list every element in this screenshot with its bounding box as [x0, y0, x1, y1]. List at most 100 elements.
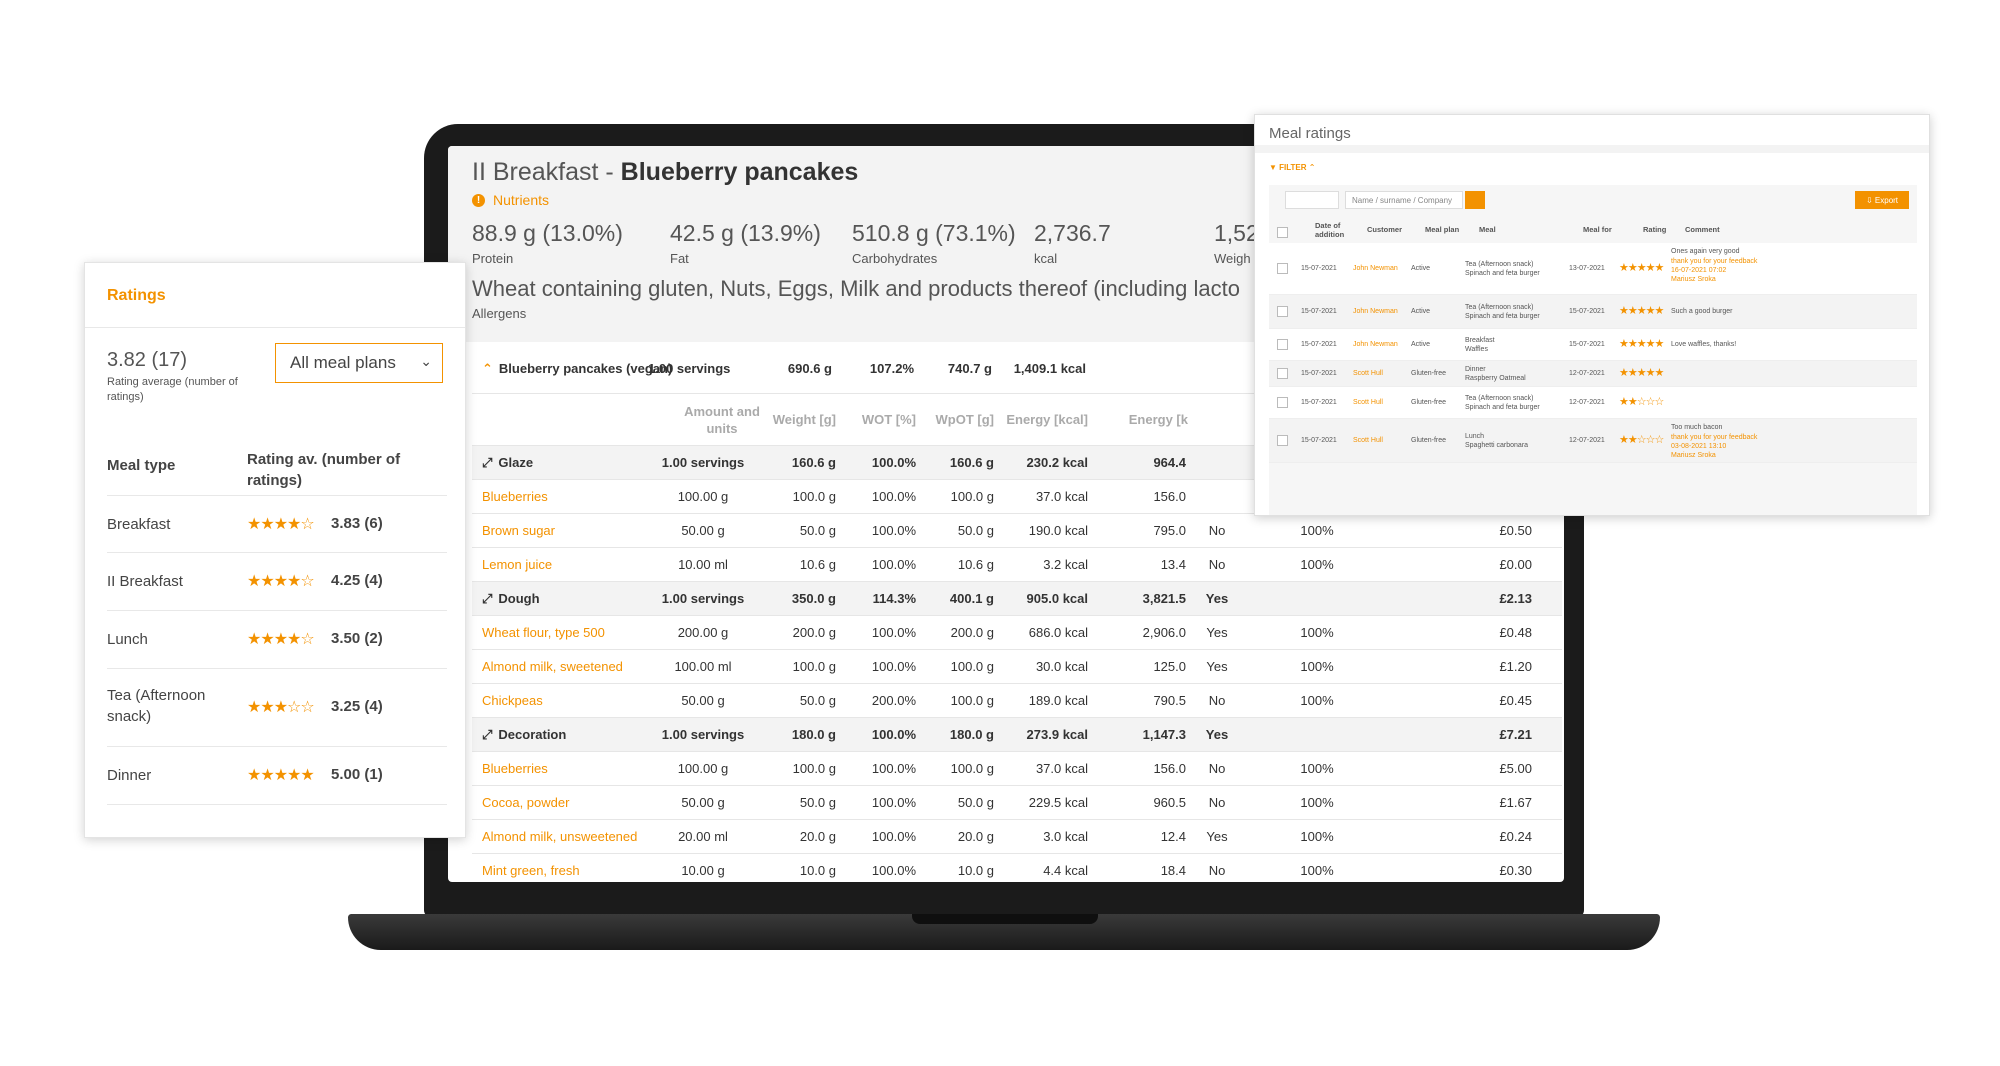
col-meal[interactable]: Meal	[1479, 225, 1496, 234]
row-checkbox[interactable]	[1277, 397, 1288, 408]
table-row[interactable]: 15-07-2021 Scott Hull Gluten-free Dinner Ras…	[1269, 361, 1917, 387]
search-input[interactable]: Name / surname / Company	[1345, 191, 1463, 209]
row-checkbox[interactable]	[1277, 263, 1288, 274]
table-row[interactable]: 15-07-2021 John Newman Active Breakfast Waff…	[1269, 329, 1917, 361]
meal-ratings-panel: Meal ratings ▼ FILTER ⌃ Name / surname /…	[1254, 114, 1930, 516]
expand-icon[interactable]: ⤢	[482, 455, 492, 471]
ingredient-link[interactable]: Blueberries	[482, 480, 548, 513]
ingredient-row[interactable]: Almond milk, unsweetened 20.00 ml 20.0 g 10…	[472, 820, 1562, 854]
ingredient-row[interactable]: Chickpeas 50.00 g 50.0 g 200.0% 100.0 g 189.0…	[472, 684, 1562, 718]
cell-kcal: 230.2 kcal	[1026, 455, 1088, 470]
col-customer[interactable]: Customer	[1367, 225, 1402, 234]
ingredient-row[interactable]: Blueberries 100.00 g 100.0 g 100.0% 100.0 g3…	[472, 752, 1562, 786]
rating-stars: ★★★★★	[1619, 262, 1664, 274]
reply-date[interactable]: 03-08-2021 13:10	[1671, 442, 1726, 451]
ingredient-link[interactable]: Lemon juice	[482, 548, 552, 581]
reply-author[interactable]: Mariusz Sroka	[1671, 451, 1716, 460]
customer-link[interactable]: John Newman	[1353, 340, 1398, 349]
col-energy-kj[interactable]: Energy [k	[1082, 394, 1188, 445]
cell-cost: £0.00	[1499, 557, 1532, 572]
cell-wpot: 100.0 g	[950, 761, 994, 776]
table-row[interactable]: 15-07-2021 Scott Hull Gluten-free Tea (Afte…	[1269, 387, 1917, 419]
table-row[interactable]: 15-07-2021 John Newman Active Tea (Afternoo…	[1269, 295, 1917, 329]
ingredient-row[interactable]: Cocoa, powder 50.00 g 50.0 g 100.0% 50.0 g 22…	[472, 786, 1562, 820]
expand-icon[interactable]: ⤢	[482, 591, 492, 607]
ingredient-link[interactable]: Mint green, fresh	[482, 854, 580, 882]
group-name: ⤢ Decoration	[482, 726, 567, 743]
ingredient-link[interactable]: Blueberries	[482, 752, 548, 785]
date-cell: 15-07-2021	[1301, 308, 1337, 315]
rating-stars: ★★★★★	[1619, 305, 1664, 317]
ingredient-link[interactable]: Brown sugar	[482, 514, 555, 547]
cell-cost: £0.48	[1499, 625, 1532, 640]
rating-row: II Breakfast ★★★★☆ 4.25 (4)	[107, 553, 447, 611]
nutrients-toggle[interactable]: ! Nutrients	[472, 192, 549, 208]
cell-wpot: 100.0 g	[950, 489, 994, 504]
ingredient-link[interactable]: Cocoa, powder	[482, 786, 569, 819]
export-button[interactable]: ⇩ Export	[1855, 191, 1909, 209]
row-checkbox[interactable]	[1277, 435, 1288, 446]
col-wpot[interactable]: WpOT [g]	[902, 394, 994, 445]
customer-link[interactable]: Scott Hull	[1353, 398, 1383, 407]
meal-type-cell: Dinner	[1465, 366, 1486, 373]
row-checkbox[interactable]	[1277, 368, 1288, 379]
nutrient-protein: 88.9 g (13.0%) Protein	[472, 220, 623, 266]
cell-cost: £0.45	[1499, 693, 1532, 708]
chevron-down-icon: ⌄	[420, 353, 432, 369]
group-row[interactable]: ⤢ Decoration 1.00 servings 180.0 g 100.0% 180…	[472, 718, 1562, 752]
search-button[interactable]	[1465, 191, 1485, 209]
rating-stars: ★★★★★	[1619, 338, 1664, 350]
ingredient-link[interactable]: Chickpeas	[482, 684, 543, 717]
ingredient-link[interactable]: Almond milk, unsweetened	[482, 820, 637, 853]
meal-plan-cell: Active	[1411, 265, 1431, 272]
customer-link[interactable]: Scott Hull	[1353, 369, 1383, 378]
date-cell: 15-07-2021	[1301, 399, 1337, 406]
ingredient-link[interactable]: Almond milk, sweetened	[482, 650, 623, 683]
cell-cost: £0.24	[1499, 829, 1532, 844]
customer-link[interactable]: John Newman	[1353, 307, 1398, 316]
ingredient-row[interactable]: Brown sugar 50.00 g 50.0 g 100.0% 50.0 g 190.…	[472, 514, 1562, 548]
chevron-up-icon[interactable]: ⌃	[482, 361, 493, 377]
customer-link[interactable]: John Newman	[1353, 264, 1398, 273]
ingredient-row[interactable]: Mint green, fresh 10.00 g 10.0 g 100.0% 10.0…	[472, 854, 1562, 882]
table-row[interactable]: 15-07-2021 John Newman Active Tea (Afternoo…	[1269, 243, 1917, 295]
reply-author[interactable]: Mariusz Sroka	[1671, 275, 1716, 284]
meal-type-cell: Breakfast	[1465, 337, 1495, 344]
cell-kcal: 190.0 kcal	[1028, 523, 1088, 538]
ingredient-row[interactable]: Almond milk, sweetened 100.00 ml 100.0 g 10…	[472, 650, 1562, 684]
group-row[interactable]: ⤢ Dough 1.00 servings 350.0 g 114.3% 400.1 g9…	[472, 582, 1562, 616]
ingredient-link[interactable]: Wheat flour, type 500	[482, 616, 605, 649]
rating-row: Breakfast ★★★★☆ 3.83 (6)	[107, 495, 447, 553]
rating-stars: ★★★★☆	[247, 631, 315, 648]
col-date-of-addition[interactable]: Date of addition	[1315, 221, 1349, 239]
col-rating[interactable]: Rating	[1643, 225, 1666, 234]
select-all-checkbox[interactable]	[1277, 227, 1288, 238]
customer-link[interactable]: Scott Hull	[1353, 436, 1383, 445]
col-comment[interactable]: Comment	[1685, 225, 1720, 234]
comment-text: Love waffles, thanks!	[1671, 341, 1737, 348]
cell-wpot: 50.0 g	[957, 523, 994, 538]
reply-text[interactable]: thank you for your feedback	[1671, 433, 1757, 442]
col-energy-kcal[interactable]: Energy [kcal]	[982, 394, 1088, 445]
col-meal-for[interactable]: Meal for	[1583, 225, 1612, 234]
filter-toggle[interactable]: ▼ FILTER ⌃	[1269, 163, 1315, 172]
reply-text[interactable]: thank you for your feedback	[1671, 257, 1757, 266]
cell-kcal: 30.0 kcal	[1035, 659, 1088, 674]
row-checkbox[interactable]	[1277, 339, 1288, 350]
filter-select[interactable]	[1285, 191, 1339, 209]
ingredient-row[interactable]: Lemon juice 10.00 ml 10.6 g 100.0% 10.6 g 3.2…	[472, 548, 1562, 582]
cell-wpot: 50.0 g	[957, 795, 994, 810]
expand-icon[interactable]: ⤢	[482, 727, 492, 743]
meal-plan-select[interactable]: All meal plans ⌄	[275, 343, 443, 383]
col-meal-plan[interactable]: Meal plan	[1425, 225, 1459, 234]
date-cell: 15-07-2021	[1301, 370, 1337, 377]
meal-type-cell: Tea (Afternoon snack)	[1465, 261, 1534, 268]
cell-kcal: 3.0 kcal	[1043, 829, 1088, 844]
reply-date[interactable]: 16-07-2021 07:02	[1671, 266, 1726, 275]
ingredient-row[interactable]: Wheat flour, type 500 200.00 g 200.0 g 100.…	[472, 616, 1562, 650]
table-row[interactable]: 15-07-2021 Scott Hull Gluten-free Lunch Spag…	[1269, 419, 1917, 463]
date-cell: 15-07-2021	[1301, 265, 1337, 272]
row-checkbox[interactable]	[1277, 306, 1288, 317]
meal-type-cell: Lunch	[1465, 433, 1485, 440]
cell-wpot: 400.1 g	[949, 591, 994, 606]
